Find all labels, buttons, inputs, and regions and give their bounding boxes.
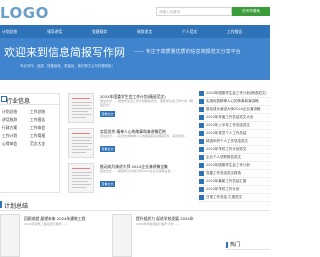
section-accent-bar [0, 201, 2, 208]
category-link[interactable]: 范文大全 [30, 141, 45, 147]
read-more-button[interactable]: 查看全文 [100, 181, 115, 187]
bottom-article[interactable]: 提升组织力 促进学校发展 2024年 2024年学校组织力提升计划…… [112, 214, 222, 257]
article-thumbnail[interactable] [0, 214, 20, 257]
article-thumbnail[interactable] [68, 128, 94, 158]
hero-banner: 欢迎来到信息简报写作网 —— 专注于高质量优质的信息简报范文分享平台 专业写作，… [0, 38, 270, 80]
bullet-icon [199, 123, 204, 128]
list-item-label[interactable]: 2024年年度工作总结范文大全 [206, 115, 253, 120]
banner-title: 欢迎来到信息简报写作网 [4, 46, 125, 59]
bullet-icon [199, 179, 204, 184]
bullet-icon [199, 139, 204, 144]
article-list: 2024年团委学生会工作计划(精选范文) 实用优秀精神人心的故事和演讲稿 推动成… [199, 89, 270, 202]
article-thumbnail[interactable] [112, 214, 132, 257]
bullet-icon [199, 187, 204, 192]
list-item-label[interactable]: 党建工作总结范文精选 [206, 171, 241, 176]
article-card[interactable]: 实用优秀 精神人心的故事和演讲稿范例 阅读全文……实用优秀精神人心的故事和演讲稿… [68, 128, 198, 158]
list-item-label[interactable]: 2024年团委学生会工作计划(精选范文) [206, 91, 267, 96]
bullet-icon [199, 99, 204, 104]
bottom-article[interactable]: 回顾成就 展望未来 2024年建筑工程 2024年建筑工程总结与展望…… [0, 214, 108, 257]
category-link[interactable]: 行政方案 [2, 125, 17, 131]
category-link[interactable]: 计划总结 [2, 109, 17, 115]
article-summary: 阅读全文……推动成为演讲大师2024企业演讲稿全集… [100, 169, 174, 173]
search-input[interactable]: 请输入关键词 [156, 7, 232, 16]
featured-articles: 2024年团委学生会工作计划(精选范文) 阅读全文……团委学生会工作计划精选范文… [68, 93, 198, 193]
search-button[interactable]: 去写作搜索 [232, 7, 270, 16]
bullet-icon [199, 131, 204, 136]
bullet-icon [199, 163, 204, 168]
site-logo[interactable]: LOGO [0, 4, 49, 22]
list-item-label[interactable]: 2024年上半年工作总结范文 [206, 123, 250, 128]
category-panel-header: 行业信息 [0, 94, 60, 105]
nav-item[interactable]: 领导讲话 [47, 25, 62, 38]
article-card[interactable]: 2024年团委学生会工作计划(精选范文) 阅读全文……团委学生会工作计划精选范文… [68, 93, 198, 123]
bullet-icon [199, 91, 204, 96]
hot-accent-bar [226, 242, 228, 248]
category-link[interactable]: 工作总结 [30, 109, 45, 115]
list-item-label[interactable]: 企业个人述职报告范文 [206, 155, 241, 160]
bullet-icon [199, 147, 204, 152]
nav-item[interactable]: 致辞发言 [137, 25, 152, 38]
article-thumbnail[interactable] [68, 93, 94, 123]
article-summary: 阅读全文……实用优秀精神人心的故事和演讲稿范例，实用优秀… [100, 134, 188, 138]
main-nav: 计划总结 领导讲话 党建政务 致辞发言 个人范文 工作报告 [0, 25, 270, 38]
banner-subtitle: —— 专注于高质量优质的信息简报范文分享平台 [134, 49, 241, 55]
nav-item[interactable]: 计划总结 [2, 25, 17, 38]
read-more-button[interactable]: 查看全文 [100, 146, 115, 152]
article-summary: 阅读全文……团委学生会工作计划精选范文，团委学生会工作计划（精选范文）… [100, 99, 194, 107]
hot-title[interactable]: 热门 [230, 241, 240, 248]
list-item-label[interactable]: 2024年团委学生会工作计划 [206, 163, 250, 168]
article-thumbnail[interactable] [68, 163, 94, 193]
bullet-icon [199, 107, 204, 112]
section-header: 计划总结 [0, 199, 270, 211]
category-panel-title: 行业信息 [6, 98, 31, 105]
hot-header: 热门 [226, 240, 270, 250]
nav-item[interactable]: 党建政务 [92, 25, 107, 38]
list-item-label[interactable]: 2024年党员个人工作总结 [206, 131, 246, 136]
category-link[interactable]: 工作体会 [30, 125, 45, 131]
article-summary: 2024年建筑工程总结与展望…… [24, 222, 68, 226]
top-bar: LOGO 请输入关键词 去写作搜索 [0, 0, 270, 25]
category-link[interactable]: 心得体会 [2, 141, 17, 147]
read-more-button[interactable]: 查看全文 [100, 111, 115, 117]
nav-item[interactable]: 个人范文 [182, 25, 197, 38]
list-item-label[interactable]: 实用优秀精神人心的故事和演讲稿 [206, 99, 259, 104]
section-title[interactable]: 计划总结 [4, 201, 28, 210]
list-item-label[interactable]: 推动成为演讲大师2024企业演讲稿 [206, 107, 260, 112]
bullet-icon [199, 171, 204, 176]
bullet-icon [199, 115, 204, 120]
article-summary: 2024年学校组织力提升计划…… [136, 222, 180, 226]
category-link[interactable]: 工作简报 [30, 133, 45, 139]
list-item-label[interactable]: 精选年终个人工作总结范文 [206, 139, 248, 144]
article-card[interactable]: 推动成为演讲大师 2024企业演讲稿全集 阅读全文……推动成为演讲大师2024企… [68, 163, 198, 193]
nav-item[interactable]: 工作报告 [227, 25, 242, 38]
category-link[interactable]: 工作计划 [2, 133, 17, 139]
list-item-label[interactable]: 2024年最新工作总结汇报 [206, 179, 246, 184]
bullet-icon [199, 155, 204, 160]
list-item-label[interactable]: 2024年学校工作计划 [206, 187, 239, 192]
category-panel: 行业信息 计划总结 工作总结 讲话致辞 工作报告 行政方案 工作体会 工作计划 … [0, 93, 60, 193]
category-link[interactable]: 工作报告 [30, 117, 45, 123]
banner-description: 专业写作，品质，快速高效，质量优，我们努力让写作更轻松！ [20, 64, 115, 68]
category-link[interactable]: 讲话致辞 [2, 117, 17, 123]
list-item-label[interactable]: 2024年学校工作计划范文 [206, 147, 246, 152]
